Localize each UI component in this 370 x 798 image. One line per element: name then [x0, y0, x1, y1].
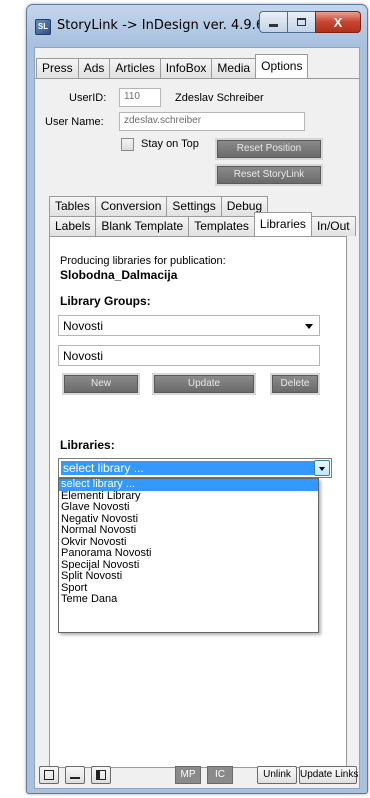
maximize-icon: [297, 18, 306, 26]
publication-name: Slobodna_Dalmacija: [60, 268, 178, 282]
title-bar[interactable]: SL StoryLink -> InDesign ver. 4.9.6 X: [27, 5, 367, 47]
username-label: User Name:: [45, 116, 104, 128]
library-option[interactable]: Teme Dana: [59, 593, 318, 606]
library-option[interactable]: Normal Novosti: [59, 524, 318, 537]
main-tab-divider: [35, 78, 359, 79]
tab-articles[interactable]: Articles: [109, 58, 161, 78]
minus-icon: [70, 777, 80, 779]
ic-button[interactable]: IC: [207, 766, 233, 784]
stay-on-top-label: Stay on Top: [141, 138, 199, 150]
library-option[interactable]: Panorama Novosti: [59, 547, 318, 560]
libraries-dropdown-list: select library ... Elementi Library Glav…: [58, 478, 319, 633]
split-view-icon: [96, 770, 106, 780]
tab-templates[interactable]: Templates: [188, 216, 255, 236]
libraries-select[interactable]: select library ...: [58, 458, 332, 478]
split-view-button[interactable]: [91, 766, 111, 784]
tab-settings[interactable]: Settings: [166, 196, 222, 216]
tab-infobox[interactable]: InfoBox: [159, 58, 213, 78]
tab-labels[interactable]: Labels: [49, 216, 97, 236]
caption-buttons: X: [259, 11, 361, 33]
library-groups-label: Library Groups:: [60, 294, 151, 308]
new-group-button[interactable]: New: [64, 375, 138, 393]
storylink-window: SL StoryLink -> InDesign ver. 4.9.6 X Pr…: [26, 4, 368, 794]
tab-tables[interactable]: Tables: [49, 196, 96, 216]
collapse-button[interactable]: [65, 766, 85, 784]
tab-conversion[interactable]: Conversion: [94, 196, 168, 216]
tab-press[interactable]: Press: [36, 58, 79, 78]
client-area: Press Ads Articles InfoBox Media Options…: [34, 47, 360, 789]
update-links-button[interactable]: Update Links: [299, 766, 358, 784]
bottom-toolbar: MP IC Unlink Update Links: [35, 766, 359, 788]
window-icon-button[interactable]: [39, 766, 59, 784]
tab-libraries[interactable]: Libraries: [253, 212, 312, 236]
minimize-button[interactable]: [259, 11, 287, 33]
username-field[interactable]: zdeslav.schreiber: [119, 112, 305, 131]
library-option[interactable]: Split Novosti: [59, 570, 318, 583]
library-groups-select[interactable]: Novosti: [58, 315, 320, 336]
library-option[interactable]: select library ...: [59, 478, 318, 491]
maximize-button[interactable]: [287, 11, 315, 33]
tab-ads[interactable]: Ads: [77, 58, 111, 78]
reset-position-button[interactable]: Reset Position: [217, 140, 321, 158]
dropdown-arrow-icon[interactable]: [314, 460, 330, 476]
stay-on-top-checkbox[interactable]: [121, 138, 134, 151]
window-title: StoryLink -> InDesign ver. 4.9.6: [57, 18, 265, 33]
userid-field[interactable]: 110: [119, 88, 161, 107]
libraries-panel: Producing libraries for publication: Slo…: [49, 236, 347, 768]
tab-in-out[interactable]: In/Out: [310, 216, 356, 236]
userid-label: UserID:: [69, 92, 107, 104]
producing-label: Producing libraries for publication:: [60, 255, 226, 267]
storylink-app-icon[interactable]: SL: [35, 19, 51, 35]
libraries-select-value: select library ...: [61, 461, 314, 475]
update-group-button[interactable]: Update: [154, 375, 254, 393]
unlink-button[interactable]: Unlink: [257, 766, 297, 784]
reset-storylink-button[interactable]: Reset StoryLink: [217, 166, 321, 184]
library-groups-value: Novosti: [63, 319, 104, 333]
delete-group-button[interactable]: Delete: [272, 375, 318, 393]
main-tab-strip: Press Ads Articles InfoBox Media Options: [36, 54, 309, 78]
tab-blank-template[interactable]: Blank Template: [95, 216, 190, 236]
sub-tab-strip-row2: Labels Blank Template Templates Librarie…: [49, 212, 356, 236]
chevron-down-icon: [305, 324, 313, 329]
libraries-label: Libraries:: [60, 438, 115, 452]
minimize-icon: [269, 23, 278, 27]
group-name-input[interactable]: Novosti: [58, 345, 320, 366]
tab-media[interactable]: Media: [211, 58, 257, 78]
close-icon: X: [333, 14, 343, 30]
tab-options[interactable]: Options: [255, 54, 309, 78]
sub-tab-strip-row1: Tables Conversion Settings Debug: [49, 196, 269, 216]
mp-button[interactable]: MP: [175, 766, 201, 784]
user-fullname: Zdeslav Schreiber: [175, 92, 264, 104]
close-button[interactable]: X: [315, 11, 361, 33]
window-icon: [44, 770, 54, 780]
library-option[interactable]: Glave Novosti: [59, 501, 318, 514]
